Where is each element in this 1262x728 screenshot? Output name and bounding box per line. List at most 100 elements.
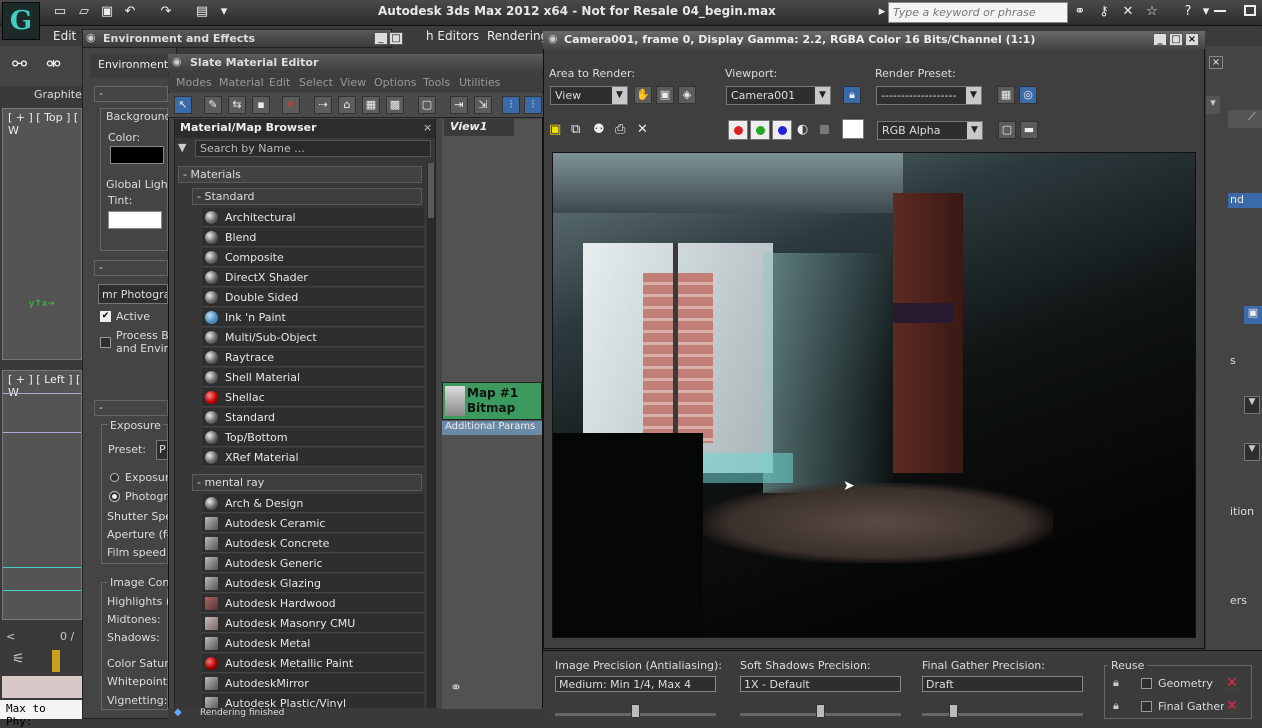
material-item[interactable]: Top/Bottom: [202, 428, 424, 447]
environment-title-bar[interactable]: ◉ Environment and Effects _ □: [82, 29, 403, 48]
move-children-icon[interactable]: ⇢: [314, 96, 332, 114]
material-item[interactable]: Multi/Sub-Object: [202, 328, 424, 347]
minimize-icon[interactable]: [1214, 10, 1226, 12]
browser-scrollbar[interactable]: [427, 163, 435, 708]
unlink-icon[interactable]: ⚮: [46, 54, 61, 75]
clear-image-icon[interactable]: ✕: [637, 122, 648, 137]
pick-material-icon[interactable]: ✎: [204, 96, 222, 114]
help-dropdown-icon[interactable]: ▾: [1198, 4, 1214, 20]
render-title-bar[interactable]: ◉ Camera001, frame 0, Display Gamma: 2.2…: [543, 31, 1205, 49]
menu-rendering[interactable]: Rendering: [487, 29, 548, 43]
rollout-exposure-control[interactable]: -: [94, 260, 168, 276]
env-minimize-icon[interactable]: _: [374, 32, 388, 45]
background-checker-icon[interactable]: ▩: [386, 96, 404, 114]
material-item[interactable]: Blend: [202, 228, 424, 247]
dropdown-arrow-icon[interactable]: ▾: [216, 4, 232, 20]
graphite-tab[interactable]: Graphite: [14, 88, 84, 103]
material-item[interactable]: Autodesk Generic: [202, 554, 424, 573]
browser-options-icon[interactable]: ▼: [178, 141, 186, 154]
material-item[interactable]: XRef Material: [202, 448, 424, 467]
category-standard[interactable]: - Standard: [192, 188, 422, 205]
dropdown-arrow-icon[interactable]: ▼: [966, 87, 981, 104]
clone-window-icon[interactable]: ⚉: [593, 122, 605, 137]
alpha-channel-icon[interactable]: ◐: [797, 122, 808, 137]
browser-close-icon[interactable]: ×: [423, 121, 432, 134]
soft-shadows-knob[interactable]: [815, 704, 825, 718]
material-item[interactable]: Double Sided: [202, 288, 424, 307]
material-item[interactable]: Autodesk Ceramic: [202, 514, 424, 533]
soft-shadows-field[interactable]: 1X - Default: [740, 676, 901, 692]
render-close-icon[interactable]: ×: [1185, 33, 1199, 46]
slate-menu-select[interactable]: Select: [299, 76, 333, 89]
bitmap-node-params[interactable]: Additional Params: [442, 421, 542, 435]
exposure-control-dropdown[interactable]: mr Photograp: [98, 284, 168, 304]
swatch-color[interactable]: [842, 119, 864, 139]
wrench-icon[interactable]: ⟋: [1248, 110, 1256, 124]
material-item[interactable]: Composite: [202, 248, 424, 267]
material-browser-toggle-icon[interactable]: ⫶: [502, 96, 520, 114]
help-icon[interactable]: ?: [1180, 4, 1196, 20]
dropdown-arrow-icon[interactable]: ▼: [612, 87, 627, 104]
final-gather-knob[interactable]: [949, 704, 959, 718]
show-map-icon[interactable]: ▦: [362, 96, 380, 114]
render-preset-dropdown[interactable]: ------------------- ▼: [876, 86, 982, 105]
material-item[interactable]: Architectural: [202, 208, 424, 227]
toggle-ui-icon[interactable]: ▬: [1020, 121, 1038, 139]
material-item[interactable]: Autodesk Glazing: [202, 574, 424, 593]
slate-menu-utilities[interactable]: Utilities: [459, 76, 500, 89]
menu-graph-editors[interactable]: h Editors: [426, 29, 479, 43]
preset-dropdown[interactable]: P: [156, 440, 168, 460]
tools-icon[interactable]: ✕: [1120, 4, 1136, 20]
undo-icon[interactable]: ↶: [122, 4, 138, 20]
material-item[interactable]: Autodesk Metallic Paint: [202, 654, 424, 673]
project-folder-icon[interactable]: ▤: [194, 4, 210, 20]
slate-menu-view[interactable]: View: [340, 76, 366, 89]
render-maximize-icon[interactable]: □: [1169, 33, 1183, 46]
select-tool-icon[interactable]: ↖: [174, 96, 192, 114]
final-gather-checkbox[interactable]: [1141, 701, 1152, 712]
tint-color-swatch[interactable]: [108, 211, 162, 229]
maximize-icon[interactable]: [1244, 5, 1256, 16]
env-close-icon[interactable]: ×: [1209, 56, 1223, 69]
layout-all-icon[interactable]: ⇥: [450, 96, 468, 114]
category-materials[interactable]: - Materials: [178, 166, 422, 183]
background-color-swatch[interactable]: [110, 146, 164, 164]
save-icon[interactable]: ▣: [99, 4, 115, 20]
time-slider-prev-icon[interactable]: <: [6, 630, 15, 643]
slate-menu-material[interactable]: Material: [219, 76, 264, 89]
save-image-icon[interactable]: ▣: [549, 122, 561, 137]
region-color-icon[interactable]: ◈: [678, 86, 696, 104]
red-channel-button[interactable]: [728, 120, 748, 140]
final-gather-slider[interactable]: [922, 704, 1083, 718]
environment-effects-icon[interactable]: ◎: [1019, 86, 1037, 104]
top-viewport[interactable]: [ + ] [ Top ] [ W y↑x→: [2, 108, 82, 360]
geometry-lock-icon[interactable]: 🔒︎: [1113, 676, 1119, 690]
slate-title-bar[interactable]: ◉ Slate Material Editor: [168, 54, 543, 73]
display-channel-dropdown[interactable]: RGB Alpha ▼: [877, 121, 983, 140]
viewport-dropdown[interactable]: Camera001 ▼: [726, 86, 831, 105]
material-item[interactable]: Standard: [202, 408, 424, 427]
process-background-checkbox[interactable]: [100, 337, 111, 348]
category-mental-ray[interactable]: - mental ray: [192, 474, 422, 491]
bitmap-node[interactable]: Map #1 Bitmap: [442, 382, 542, 420]
toggle-ui-overlay-icon[interactable]: ▢: [998, 121, 1016, 139]
render-setup-icon[interactable]: ▦: [997, 86, 1015, 104]
auto-region-icon[interactable]: ▣: [656, 86, 674, 104]
key-icon[interactable]: ⚷: [1096, 4, 1112, 20]
modifier-icon[interactable]: ▣: [1244, 306, 1262, 324]
browser-search-input[interactable]: Search by Name ...: [195, 140, 431, 157]
preview-icon[interactable]: ▢: [418, 96, 436, 114]
image-precision-knob[interactable]: [630, 704, 640, 718]
blue-channel-button[interactable]: [772, 120, 792, 140]
assign-material-icon[interactable]: ⇆: [228, 96, 246, 114]
panel-dropdown-3[interactable]: ▼: [1244, 443, 1260, 461]
material-item[interactable]: Autodesk Hardwood: [202, 594, 424, 613]
delete-icon[interactable]: ✕: [282, 96, 300, 114]
menu-edit[interactable]: Edit: [53, 29, 76, 43]
material-item[interactable]: Autodesk Metal: [202, 634, 424, 653]
layout-children-icon[interactable]: ⇲: [474, 96, 492, 114]
navigator-binoculars-icon[interactable]: ⚭: [450, 680, 462, 696]
image-precision-slider[interactable]: [555, 704, 716, 718]
material-item[interactable]: Shellac: [202, 388, 424, 407]
favorites-star-icon[interactable]: ☆: [1144, 4, 1160, 20]
